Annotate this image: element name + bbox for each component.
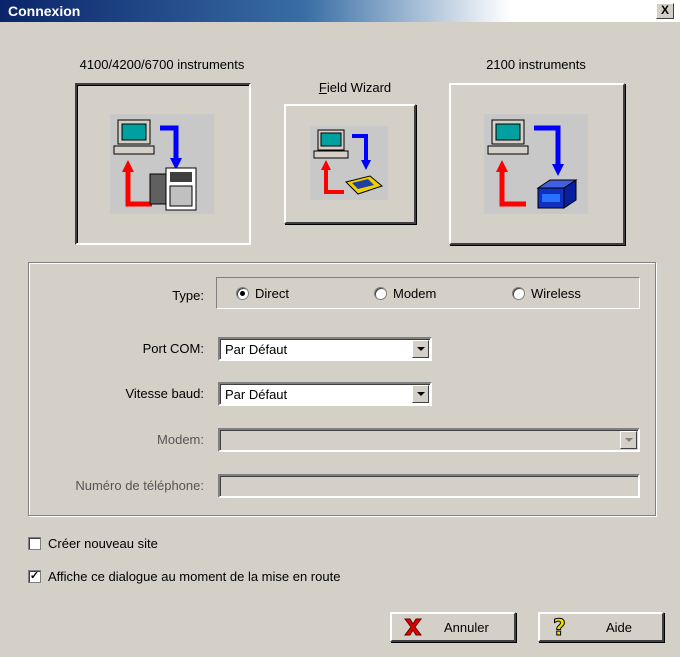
chevron-down-icon	[416, 392, 425, 396]
computer-handheld-icon	[110, 114, 214, 214]
cancel-button[interactable]: Annuler	[390, 612, 516, 642]
instrument-2100-button[interactable]	[449, 83, 625, 245]
chevron-down-icon	[416, 347, 425, 351]
computer-sampler-icon	[484, 114, 588, 214]
radio-wireless[interactable]: Wireless	[512, 286, 581, 301]
port-com-dropdown-button[interactable]	[412, 340, 429, 358]
baud-rate-select[interactable]: Par Défaut	[218, 382, 432, 406]
red-x-icon	[402, 617, 424, 637]
baud-rate-value: Par Défaut	[225, 387, 288, 402]
port-com-label: Port COM:	[142, 341, 204, 356]
new-site-checkbox-row[interactable]: Créer nouveau site	[28, 536, 158, 551]
radio-wireless-dot	[512, 287, 525, 300]
phone-number-label: Numéro de téléphone:	[75, 478, 204, 493]
help-label: Aide	[606, 619, 633, 635]
question-mark-icon: ?	[552, 616, 570, 638]
chevron-down-icon	[624, 438, 633, 442]
field-wizard-label: Field Wizard	[290, 80, 420, 95]
instrument-4100-button[interactable]	[75, 83, 251, 245]
instrument-4100-label: 4100/4200/6700 instruments	[79, 57, 245, 72]
radio-modem-label: Modem	[393, 286, 437, 301]
new-site-label: Créer nouveau site	[48, 536, 158, 551]
radio-modem[interactable]: Modem	[374, 286, 436, 301]
close-button[interactable]: X	[656, 3, 674, 19]
radio-direct-label: Direct	[255, 286, 289, 301]
port-com-value: Par Défaut	[225, 342, 288, 357]
type-label: Type:	[172, 288, 204, 303]
show-dialog-label: Affiche ce dialogue au moment de la mise…	[48, 569, 341, 584]
radio-direct-dot	[236, 287, 249, 300]
radio-wireless-label: Wireless	[531, 286, 581, 301]
cancel-label: Annuler	[444, 619, 489, 635]
radio-modem-dot	[374, 287, 387, 300]
computer-wizard-icon	[310, 126, 388, 200]
baud-rate-label: Vitesse baud:	[125, 386, 204, 401]
title-bar: Connexion X	[0, 0, 680, 22]
modem-label: Modem:	[157, 432, 204, 447]
field-wizard-label-rest: ield Wizard	[326, 80, 392, 95]
baud-rate-dropdown-button[interactable]	[412, 385, 429, 403]
modem-dropdown-button[interactable]	[620, 431, 637, 449]
help-button[interactable]: ? Aide	[538, 612, 664, 642]
window-title: Connexion	[8, 3, 81, 19]
field-wizard-button[interactable]	[284, 104, 416, 224]
field-wizard-label-mnemonic: F	[318, 80, 327, 95]
show-dialog-checkbox[interactable]: ✓	[28, 570, 41, 583]
instrument-2100-label: 2100 instruments	[486, 57, 586, 72]
phone-number-input[interactable]	[218, 474, 640, 498]
new-site-checkbox[interactable]	[28, 537, 41, 550]
radio-direct[interactable]: Direct	[236, 286, 289, 301]
svg-text:?: ?	[553, 616, 566, 638]
port-com-select[interactable]: Par Défaut	[218, 337, 432, 361]
show-dialog-checkbox-row[interactable]: ✓ Affiche ce dialogue au moment de la mi…	[28, 569, 340, 584]
modem-select[interactable]	[218, 428, 640, 452]
